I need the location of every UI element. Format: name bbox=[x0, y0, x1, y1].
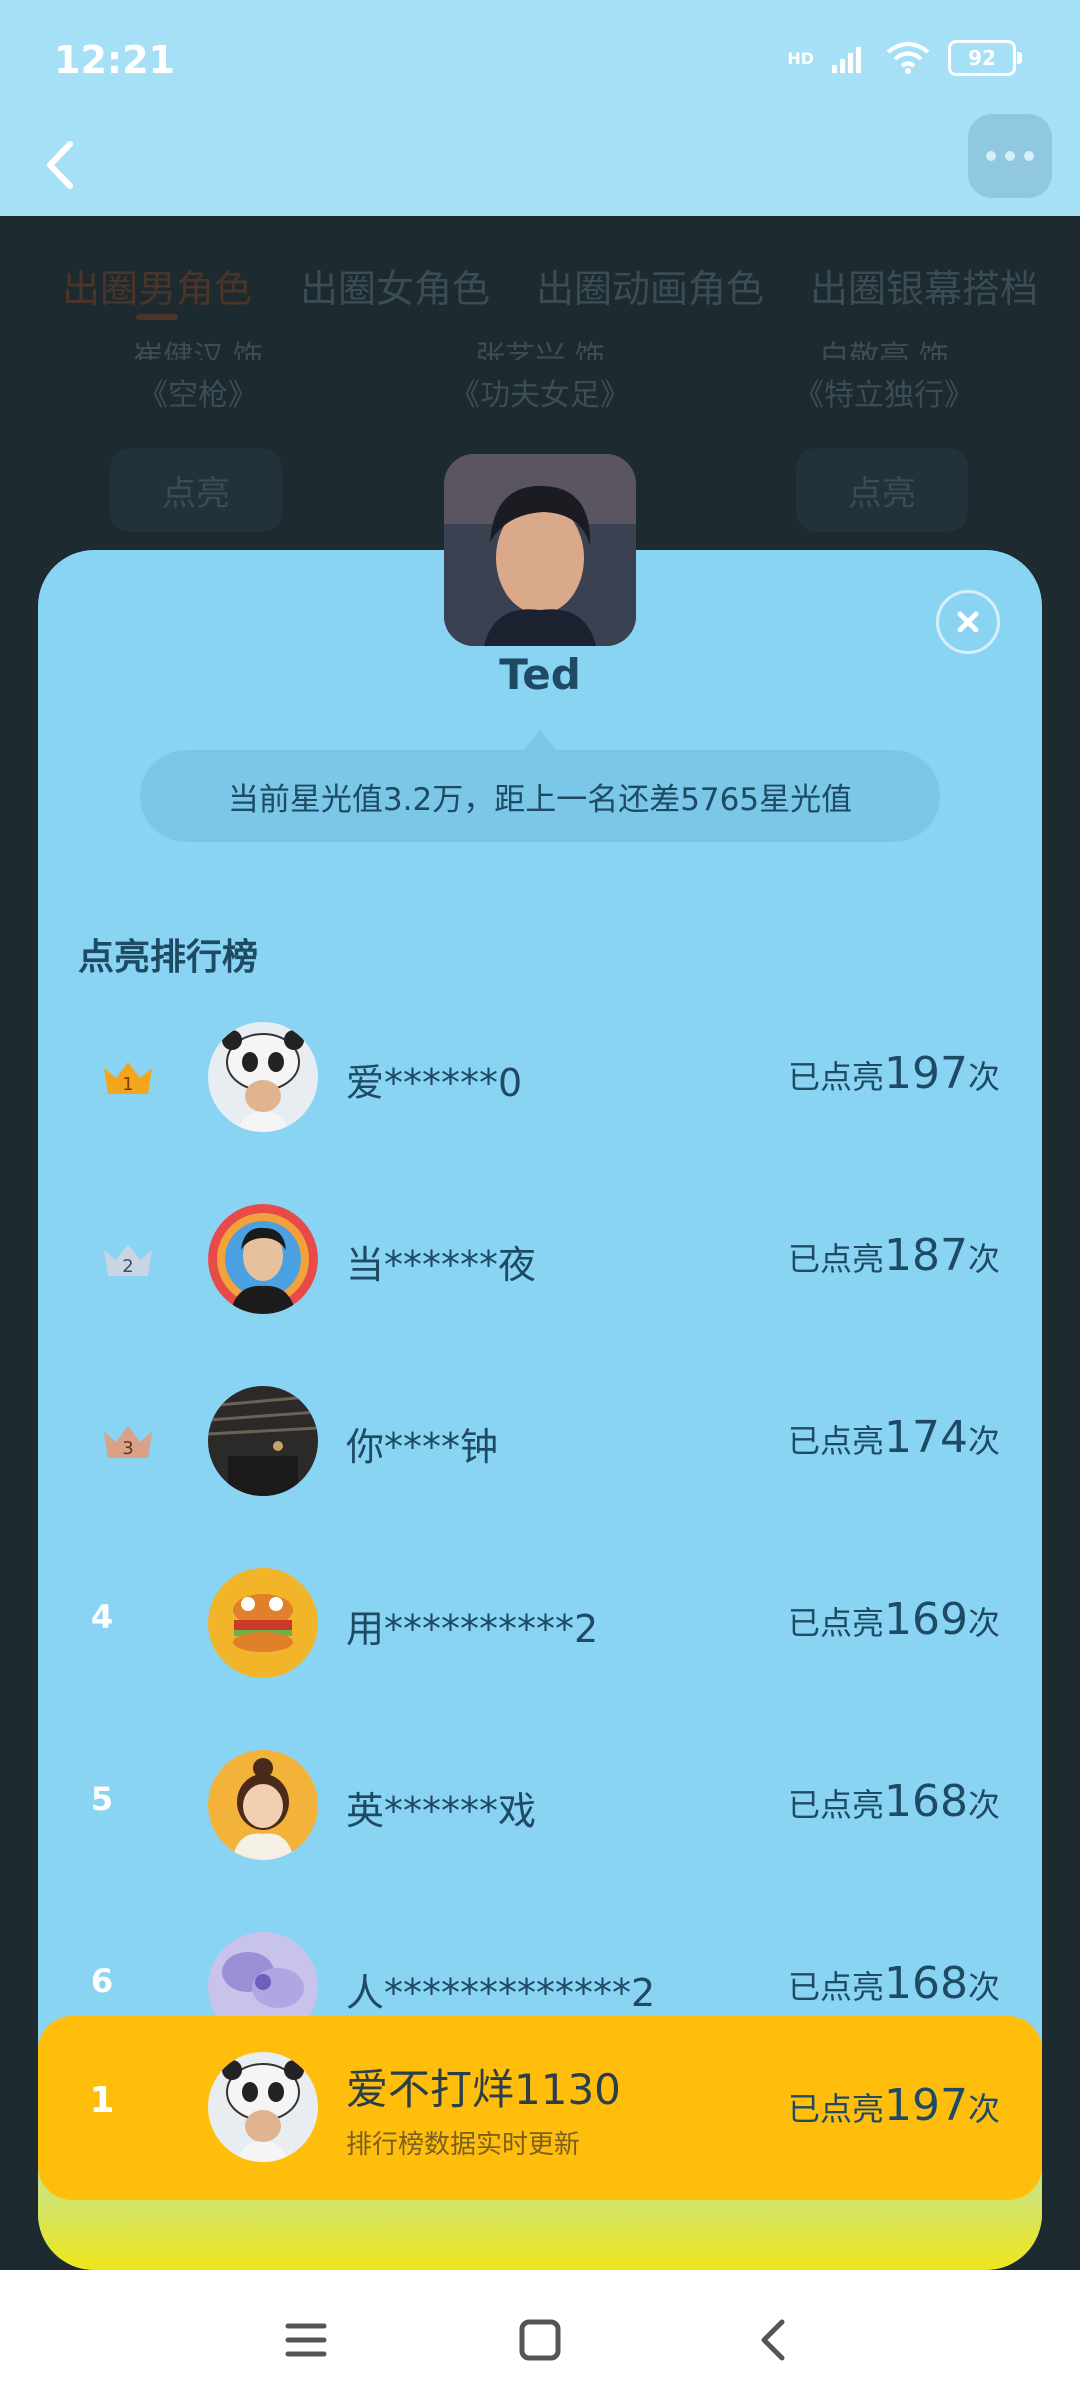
tab-animated-roles[interactable]: 出圈动画角色 bbox=[536, 258, 764, 313]
realtime-update-note: 排行榜数据实时更新 bbox=[346, 2130, 581, 2160]
signal-icon bbox=[832, 47, 861, 73]
category-tabs: 出圈男角色 出圈女角色 出圈动画角色 出圈银幕搭档 bbox=[0, 216, 1080, 326]
home-icon[interactable] bbox=[510, 2310, 570, 2370]
ranking-title: 点亮排行榜 bbox=[78, 937, 259, 978]
bronze-crown-icon: 3 bbox=[104, 1426, 152, 1459]
my-light-count: 已点亮 197 次 bbox=[787, 2080, 1000, 2131]
back-icon[interactable] bbox=[744, 2310, 804, 2370]
man-rainbow-avatar bbox=[208, 1204, 318, 1314]
user-name: 当******夜 bbox=[346, 1243, 537, 1287]
my-user-name: 爱不打烊1130 bbox=[346, 2065, 621, 2114]
system-nav-bar bbox=[0, 2270, 1080, 2400]
tab-screen-partners[interactable]: 出圈银幕搭档 bbox=[810, 258, 1038, 313]
star-name: Ted bbox=[499, 650, 581, 699]
card-title-1: 《空枪》 bbox=[138, 378, 258, 413]
light-count: 已点亮 168 次 bbox=[787, 1958, 1000, 2009]
rank-number: 6 bbox=[90, 1962, 114, 2000]
rank-number: 5 bbox=[90, 1780, 114, 1818]
ranking-row[interactable]: 3 你****钟 已点亮 174 次 bbox=[38, 1382, 1042, 1502]
user-name: 爱******0 bbox=[346, 1061, 523, 1105]
light-count: 已点亮 169 次 bbox=[787, 1594, 1000, 1645]
card-actor-2: 张艺兴 饰 bbox=[475, 340, 605, 360]
my-rank-bar[interactable]: 1 爱不打烊1130 排行榜数据实时更新 已点亮 197 次 bbox=[38, 2016, 1042, 2200]
ranking-row[interactable]: 4 用**********2 已点亮 169 次 bbox=[38, 1564, 1042, 1684]
gold-crown-icon: 1 bbox=[104, 1062, 152, 1095]
star-avatar bbox=[444, 454, 636, 646]
girl-cartoon-avatar bbox=[208, 1750, 318, 1860]
light-count: 已点亮 197 次 bbox=[787, 1048, 1000, 1099]
dot-icon bbox=[1024, 151, 1034, 161]
info-pointer bbox=[522, 730, 558, 752]
ranking-row[interactable]: 2 当******夜 已点亮 187 次 bbox=[38, 1200, 1042, 1320]
user-name: 人*************2 bbox=[346, 1971, 656, 2015]
my-rank-number: 1 bbox=[89, 2080, 115, 2121]
svg-text:3: 3 bbox=[122, 1438, 133, 1459]
svg-text:1: 1 bbox=[122, 1074, 133, 1095]
dot-icon bbox=[1005, 151, 1015, 161]
close-icon bbox=[957, 611, 979, 633]
rank-number: 4 bbox=[90, 1598, 114, 1636]
dot-icon bbox=[986, 151, 996, 161]
light-up-button-1[interactable]: 点亮 bbox=[110, 448, 282, 532]
user-name: 英******戏 bbox=[346, 1789, 537, 1833]
card-title-2: 《功夫女足》 bbox=[450, 378, 630, 413]
wifi-icon bbox=[886, 42, 930, 74]
app-header bbox=[0, 114, 1080, 216]
starlight-info: 当前星光值3.2万，距上一名还差5765星光值 bbox=[140, 750, 940, 842]
panda-avatar bbox=[208, 1022, 318, 1132]
silver-crown-icon: 2 bbox=[104, 1244, 152, 1277]
ranking-row[interactable]: 1 爱******0 已点亮 197 次 bbox=[38, 1018, 1042, 1138]
burger-avatar bbox=[208, 1568, 318, 1678]
dark-hall-avatar bbox=[208, 1386, 318, 1496]
user-name: 用**********2 bbox=[346, 1607, 599, 1651]
card-actor-1: 崔健汉 饰 bbox=[133, 340, 263, 360]
battery-icon: 92 bbox=[948, 40, 1022, 76]
light-count: 已点亮 174 次 bbox=[787, 1412, 1000, 1463]
status-icons: HD 92 bbox=[787, 40, 1022, 76]
svg-text:2: 2 bbox=[122, 1256, 133, 1277]
light-up-button-3[interactable]: 点亮 bbox=[796, 448, 968, 532]
card-title-3: 《特立独行》 bbox=[794, 378, 974, 413]
active-tab-indicator bbox=[136, 314, 178, 320]
back-arrow-icon[interactable] bbox=[28, 130, 98, 200]
tab-female-roles[interactable]: 出圈女角色 bbox=[300, 258, 490, 313]
tab-male-roles[interactable]: 出圈男角色 bbox=[62, 258, 252, 313]
panda-avatar bbox=[208, 2052, 318, 2162]
light-count: 已点亮 168 次 bbox=[787, 1776, 1000, 1827]
card-actor-3: 白敬亭 饰 bbox=[819, 340, 949, 360]
more-button[interactable] bbox=[968, 114, 1052, 198]
user-name: 你****钟 bbox=[346, 1425, 499, 1469]
clock: 12:21 bbox=[54, 38, 175, 82]
ranking-row[interactable]: 5 英******戏 已点亮 168 次 bbox=[38, 1746, 1042, 1866]
status-bar: 12:21 HD 92 bbox=[0, 0, 1080, 120]
menu-icon[interactable] bbox=[276, 2310, 336, 2370]
hd-icon: HD bbox=[787, 48, 814, 68]
close-button[interactable] bbox=[936, 590, 1000, 654]
light-count: 已点亮 187 次 bbox=[787, 1230, 1000, 1281]
